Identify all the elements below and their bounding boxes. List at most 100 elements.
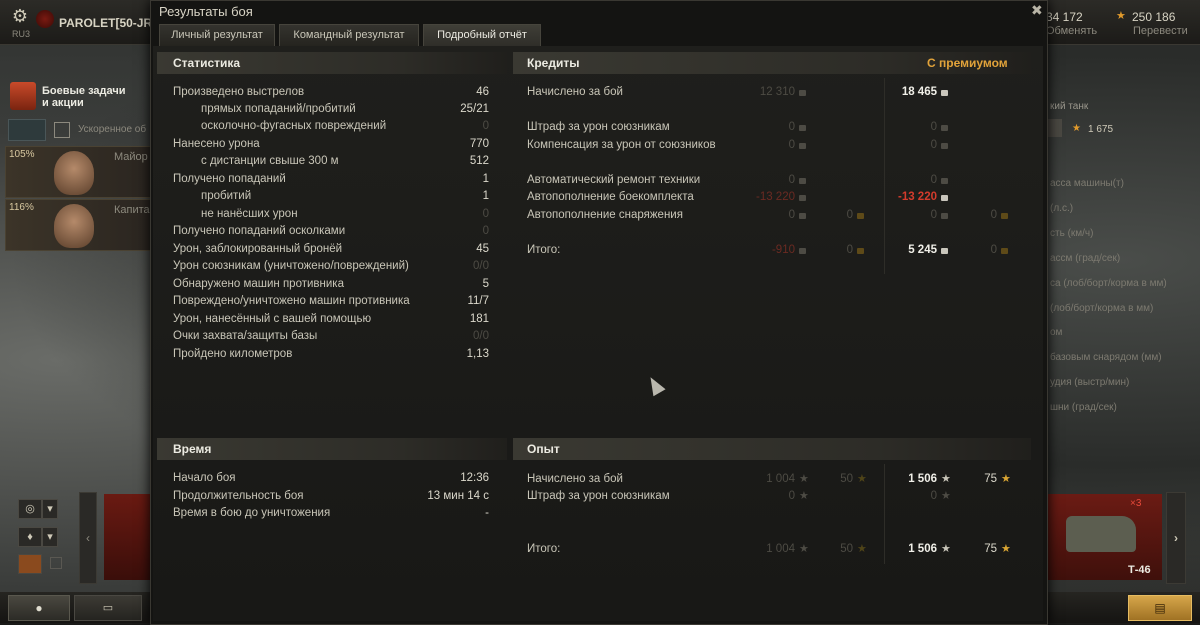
gold-icon <box>857 248 864 254</box>
credits-icon <box>941 178 948 184</box>
accelerated-checkbox[interactable] <box>54 122 70 138</box>
free-xp-base-value: 50 <box>840 543 853 555</box>
stat-value: 770 <box>469 138 489 150</box>
stat-label: Получено попаданий осколками <box>173 225 346 237</box>
stat-label: Очки захвата/защиты базы <box>173 330 318 342</box>
tank-slot[interactable] <box>104 494 152 580</box>
credits-base-value: 0 <box>788 121 795 133</box>
server-label: RU3 <box>12 29 31 39</box>
xp-base-value: 0 <box>788 490 795 502</box>
stat-label: прямых попаданий/пробитий <box>201 103 356 115</box>
stat-value: 0 <box>482 208 489 220</box>
credits-icon <box>941 125 948 131</box>
chevron-down-icon[interactable]: ▾ <box>42 499 58 519</box>
free-xp-star-icon: ★ <box>1116 10 1126 22</box>
credits-icon <box>799 125 806 131</box>
stats-header: Статистика <box>157 52 507 74</box>
spec-line: (л.с.) <box>1050 203 1074 214</box>
crew-portrait <box>54 151 94 195</box>
credits-base-value: 0 <box>788 139 795 151</box>
tank-image <box>1066 516 1136 552</box>
stat-label: Урон, заблокированный бронёй <box>173 243 343 255</box>
crew-skill-pct: 105% <box>9 149 35 160</box>
credits-premium-value: 0 <box>930 139 937 151</box>
tank-name: Т-46 <box>1128 564 1151 576</box>
credits-icon <box>799 143 806 149</box>
time-label: Время в бою до уничтожения <box>173 507 331 519</box>
credits-icon <box>799 90 806 96</box>
nation-filter-icon[interactable]: ♦ <box>18 527 42 547</box>
stat-value: 512 <box>469 155 489 167</box>
credits-icon <box>941 90 948 96</box>
time-value: - <box>485 507 489 519</box>
credits-icon <box>941 248 948 254</box>
convert-button[interactable]: Перевести <box>1133 25 1188 37</box>
time-label: Продолжительность боя <box>173 490 304 502</box>
free-xp-amount: 250 186 <box>1132 10 1176 24</box>
gear-icon[interactable]: ⚙ <box>10 6 30 26</box>
stat-value: 25/21 <box>460 103 489 115</box>
credits-icon <box>799 248 806 254</box>
tank-count: ×3 <box>1130 498 1142 509</box>
credits-amount: 34 172 <box>1046 10 1083 24</box>
stat-value: 0 <box>482 120 489 132</box>
carousel-right-arrow[interactable]: › <box>1166 492 1186 584</box>
stat-label: не нанёсших урон <box>201 208 298 220</box>
dialog-title: Результаты боя <box>159 4 253 19</box>
credits-label: Штраф за урон союзникам <box>527 121 670 133</box>
spec-line: шни (град/сек) <box>1050 402 1117 413</box>
tab-team-result[interactable]: Командный результат <box>279 24 419 46</box>
globe-icon[interactable]: ◎ <box>18 499 42 519</box>
credits-label: Автопополнение боекомплекта <box>527 191 694 203</box>
contacts-button[interactable]: ● <box>8 595 70 621</box>
crew-accelerate-icon[interactable] <box>8 119 46 141</box>
carousel-left-arrow[interactable]: ‹ <box>79 492 97 584</box>
xp-star-icon: ★ <box>799 490 809 502</box>
chevron-down-icon[interactable]: ▾ <box>42 527 58 547</box>
credits-premium-value: 0 <box>930 121 937 133</box>
selected-tank-slot[interactable]: ×3 Т-46 <box>1046 494 1162 580</box>
tab-personal-result[interactable]: Личный результат <box>159 24 275 46</box>
player-name[interactable]: PAROLET[50-JR] <box>59 16 156 30</box>
spec-button[interactable] <box>1046 119 1062 137</box>
tab-detailed-report[interactable]: Подробный отчёт <box>423 24 541 46</box>
xp-label: Начислено за бой <box>527 473 623 485</box>
credits-icon <box>799 213 806 219</box>
vehicle-type-icon[interactable] <box>18 554 42 574</box>
missions-label-2[interactable]: и акции <box>42 97 84 109</box>
stat-value: 1 <box>482 173 489 185</box>
crew-member-1[interactable]: 105% Майор <box>5 146 155 198</box>
credits-premium-value: 5 245 <box>908 244 937 256</box>
free-xp-star-icon: ★ <box>1001 543 1011 555</box>
time-value: 13 мин 14 с <box>427 490 489 502</box>
filter-checkbox[interactable] <box>50 557 62 569</box>
xp-label: Штраф за урон союзникам <box>527 490 670 502</box>
xp-star-icon: ★ <box>1072 123 1081 134</box>
accelerated-label: Ускоренное об <box>78 124 147 135</box>
xp-premium-value: 0 <box>930 490 937 502</box>
spec-line: удия (выстр/мин) <box>1050 377 1130 388</box>
report-content: Статистика Произведено выстрелов 46 прямых… <box>153 46 1043 621</box>
xp-label: Итого: <box>527 543 561 555</box>
missions-icon[interactable] <box>10 82 36 110</box>
close-icon[interactable]: ✖ <box>1031 2 1043 19</box>
crew-name: Майор <box>114 151 148 163</box>
chat-icon[interactable]: ▭ <box>74 595 142 621</box>
notifications-icon[interactable]: ▤ <box>1128 595 1192 621</box>
stat-label: осколочно-фугасных повреждений <box>201 120 387 132</box>
credits-base-value: 0 <box>788 174 795 186</box>
crew-member-2[interactable]: 116% Капитан <box>5 199 156 251</box>
exchange-button[interactable]: Обменять <box>1046 25 1097 37</box>
stat-value: 181 <box>469 313 489 325</box>
gold-premium-value: 0 <box>990 244 997 256</box>
credits-base-value: 0 <box>788 209 795 221</box>
spec-line: ассм (град/сек) <box>1050 253 1121 264</box>
gold-base-value: 0 <box>846 209 853 221</box>
spec-line: (лоб/борт/корма в мм) <box>1050 303 1154 314</box>
spec-line: сть (км/ч) <box>1050 228 1094 239</box>
credits-premium-value: 0 <box>930 174 937 186</box>
xp-star-icon: ★ <box>941 473 951 485</box>
free-xp-premium-value: 75 <box>984 543 997 555</box>
missions-label-1[interactable]: Боевые задачи <box>42 85 126 97</box>
xp-star-icon: ★ <box>799 473 809 485</box>
